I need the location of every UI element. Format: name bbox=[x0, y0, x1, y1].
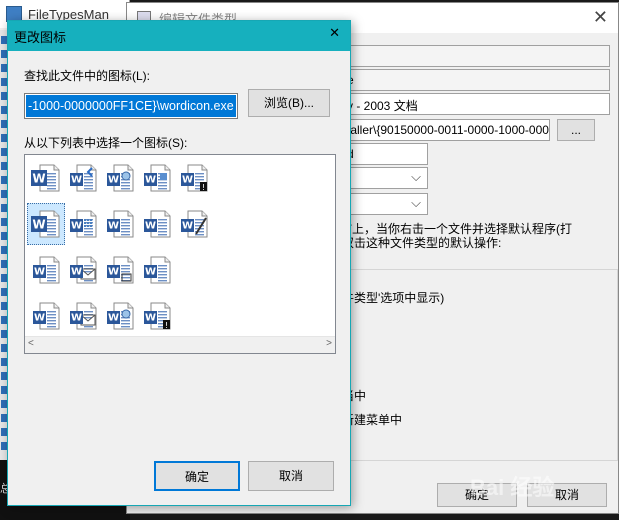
word-document-icon[interactable]: W bbox=[27, 295, 65, 337]
svg-text:W: W bbox=[145, 175, 156, 186]
icon-file-path-input[interactable]: -1000-0000000FF1CE}\wordicon.exe bbox=[24, 93, 238, 119]
edit-dropdown-1[interactable] bbox=[342, 167, 428, 189]
svg-text:!: ! bbox=[165, 321, 168, 330]
edit-option-show[interactable]: 牛类型'选项中显示) bbox=[342, 289, 444, 306]
svg-text:W: W bbox=[71, 175, 82, 186]
svg-text:W: W bbox=[145, 313, 156, 324]
word-document-icon[interactable]: ! W bbox=[175, 157, 213, 199]
svg-text:W: W bbox=[32, 172, 45, 186]
svg-text:W: W bbox=[34, 267, 45, 278]
edit-dropdown-2[interactable] bbox=[342, 193, 428, 215]
horizontal-scrollbar[interactable]: < > bbox=[25, 336, 335, 353]
browse-button[interactable]: 浏览(B)... bbox=[248, 89, 330, 117]
edit-field-name[interactable]: e bbox=[342, 69, 610, 91]
word-document-icon[interactable]: W bbox=[101, 157, 139, 199]
ok-button[interactable]: 确定 bbox=[154, 461, 240, 491]
word-document-icon[interactable]: W bbox=[138, 249, 176, 291]
svg-text:!: ! bbox=[202, 183, 205, 192]
word-document-icon[interactable]: W bbox=[64, 295, 102, 337]
word-document-icon[interactable]: W bbox=[175, 203, 213, 245]
word-document-icon[interactable]: W bbox=[64, 157, 102, 199]
word-icon[interactable]: W bbox=[27, 157, 65, 199]
edit-info-line-2: 双击这种文件类型的默认操作: bbox=[342, 236, 502, 250]
svg-text:W: W bbox=[71, 267, 82, 278]
word-document-icon[interactable]: W bbox=[101, 203, 139, 245]
word-document-icon[interactable]: W bbox=[27, 203, 65, 245]
word-document-icon[interactable]: W bbox=[138, 203, 176, 245]
svg-text:W: W bbox=[108, 313, 119, 324]
svg-text:W: W bbox=[145, 267, 156, 278]
svg-text:W: W bbox=[34, 313, 45, 324]
svg-text:W: W bbox=[71, 313, 82, 324]
svg-text:W: W bbox=[32, 218, 45, 232]
scroll-right-icon[interactable]: > bbox=[326, 338, 332, 349]
word-document-icon[interactable]: W bbox=[138, 157, 176, 199]
svg-text:W: W bbox=[182, 175, 193, 186]
edit-field-extension[interactable] bbox=[342, 45, 610, 67]
icon-list[interactable]: W W W W! W W W W W W W W W W W W W! W < > bbox=[24, 154, 336, 354]
word-document-icon[interactable]: W bbox=[101, 295, 139, 337]
svg-text:W: W bbox=[108, 267, 119, 278]
icon-list-label: 从以下列表中选择一个图标(S): bbox=[24, 136, 188, 150]
edit-field-description[interactable]: y - 2003 文档 bbox=[342, 93, 610, 115]
word-document-icon[interactable]: W bbox=[101, 249, 139, 291]
cancel-button[interactable]: 取消 bbox=[248, 461, 334, 491]
word-document-icon[interactable]: W bbox=[27, 249, 65, 291]
icon-file-path-value: -1000-0000000FF1CE}\wordicon.exe bbox=[26, 95, 236, 117]
edit-browse-button[interactable]: ... bbox=[557, 119, 595, 141]
change-icon-title: 更改图标 bbox=[14, 29, 67, 45]
edit-dialog-close-icon[interactable]: ✕ bbox=[593, 7, 608, 28]
svg-text:W: W bbox=[182, 221, 193, 232]
edit-field-icon-path[interactable]: taller\{90150000-0011-0000-1000-0000( bbox=[342, 119, 550, 141]
word-document-icon[interactable]: ! W bbox=[138, 295, 176, 337]
change-icon-dialog: 更改图标 ✕ 查找此文件中的图标(L): -1000-0000000FF1CE}… bbox=[7, 20, 351, 506]
svg-text:W: W bbox=[145, 221, 156, 232]
word-document-icon[interactable]: W bbox=[64, 249, 102, 291]
svg-text:W: W bbox=[108, 221, 119, 232]
svg-text:W: W bbox=[108, 175, 119, 186]
close-icon[interactable]: ✕ bbox=[329, 25, 340, 41]
edit-field-small[interactable]: d bbox=[342, 143, 428, 165]
edit-option-3[interactable]: 新建菜单中 bbox=[342, 411, 402, 428]
svg-text:W: W bbox=[71, 221, 82, 232]
scroll-left-icon[interactable]: < bbox=[28, 338, 34, 349]
watermark: Bai 经验 bbox=[470, 475, 555, 500]
word-document-icon[interactable]: W bbox=[64, 203, 102, 245]
find-icons-label: 查找此文件中的图标(L): bbox=[24, 69, 151, 83]
change-icon-titlebar: 更改图标 ✕ bbox=[8, 21, 350, 51]
